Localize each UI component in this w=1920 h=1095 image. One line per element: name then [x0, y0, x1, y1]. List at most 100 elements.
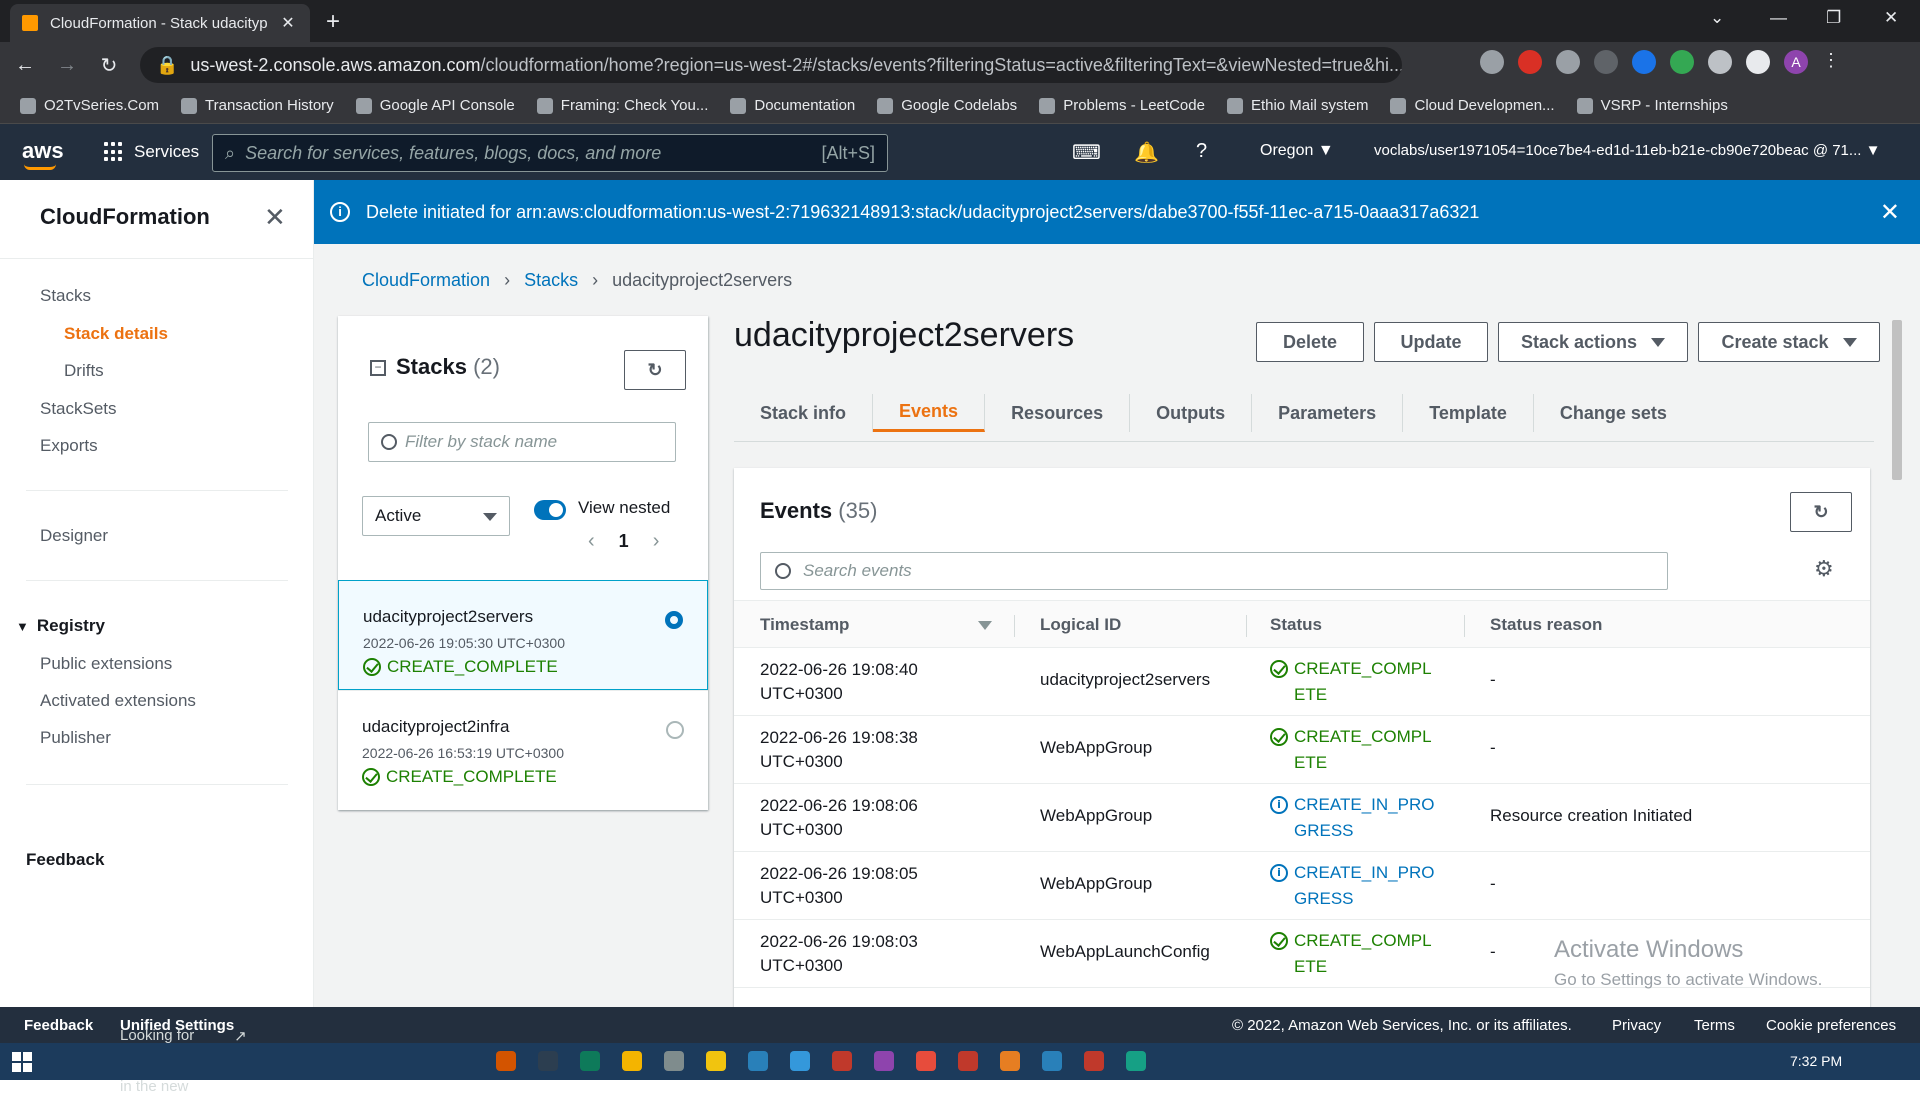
- filter-stacks-input[interactable]: Filter by stack name: [368, 422, 676, 462]
- search-events-input[interactable]: Search events: [760, 552, 1668, 590]
- profile-avatar[interactable]: A: [1784, 50, 1808, 74]
- bookmark-item[interactable]: Transaction History: [181, 97, 334, 114]
- cloudshell-icon[interactable]: ⌨: [1072, 140, 1101, 165]
- messenger-icon[interactable]: [874, 1051, 894, 1071]
- tab-outputs[interactable]: Outputs: [1130, 394, 1253, 432]
- column-header-status[interactable]: Status: [1270, 615, 1322, 635]
- edge-icon[interactable]: [580, 1051, 600, 1071]
- stack-actions-dropdown[interactable]: Stack actions: [1498, 322, 1688, 362]
- tab-stack-info[interactable]: Stack info: [734, 394, 874, 432]
- stack-list-item[interactable]: udacityproject2infra 2022-06-26 16:53:19…: [338, 690, 708, 800]
- bookmark-item[interactable]: Google API Console: [355, 97, 515, 114]
- column-header-status-reason[interactable]: Status reason: [1490, 615, 1602, 635]
- services-menu-button[interactable]: Services: [104, 142, 199, 162]
- reload-icon[interactable]: ↻: [92, 53, 126, 78]
- help-icon[interactable]: ?: [1196, 140, 1207, 163]
- sidebar-item-stacks[interactable]: Stacks: [40, 286, 91, 306]
- bell-icon[interactable]: 🔔: [1134, 140, 1159, 165]
- taskbar-clock[interactable]: 7:32 PM: [1790, 1053, 1842, 1069]
- app-icon[interactable]: [1084, 1051, 1104, 1071]
- close-tab-icon[interactable]: ✕: [278, 13, 298, 33]
- aws-search-input[interactable]: ⌕ Search for services, features, blogs, …: [212, 134, 888, 172]
- sidebar-item-designer[interactable]: Designer: [40, 526, 108, 546]
- bookmark-item[interactable]: Google Codelabs: [877, 97, 1017, 114]
- bookmark-item[interactable]: O2TvSeries.Com: [20, 97, 159, 114]
- create-stack-dropdown[interactable]: Create stack: [1698, 322, 1880, 362]
- tab-parameters[interactable]: Parameters: [1252, 394, 1404, 432]
- tab-search-icon[interactable]: ⌄: [1710, 8, 1724, 28]
- puzzle-icon[interactable]: [1708, 50, 1732, 74]
- sidebar-item-activated-extensions[interactable]: Activated extensions: [40, 691, 196, 711]
- current-page[interactable]: 1: [619, 531, 629, 552]
- extension-icon[interactable]: [1632, 50, 1656, 74]
- sidepanel-icon[interactable]: [1746, 50, 1770, 74]
- breadcrumb-stacks[interactable]: Stacks: [524, 270, 578, 291]
- region-selector[interactable]: Oregon ▼: [1260, 142, 1334, 160]
- url-bar[interactable]: 🔒 us-west-2.console.aws.amazon.com/cloud…: [140, 47, 1402, 83]
- bookmark-item[interactable]: VSRP - Internships: [1576, 97, 1728, 114]
- refresh-stacks-button[interactable]: ↻: [624, 350, 686, 390]
- column-header-timestamp[interactable]: Timestamp: [760, 615, 849, 635]
- bookmark-item[interactable]: Problems - LeetCode: [1039, 97, 1205, 114]
- cookie-preferences-link[interactable]: Cookie preferences: [1766, 1017, 1896, 1034]
- stack-list-item[interactable]: udacityproject2servers 2022-06-26 19:05:…: [338, 580, 708, 690]
- windows-start-icon[interactable]: [12, 1052, 32, 1072]
- app-icon[interactable]: [832, 1051, 852, 1071]
- menu-icon[interactable]: ⋮: [1822, 50, 1840, 74]
- tab-resources[interactable]: Resources: [985, 394, 1131, 432]
- terminal-icon[interactable]: [538, 1051, 558, 1071]
- bookmark-item[interactable]: Ethio Mail system: [1226, 97, 1368, 114]
- bookmark-item[interactable]: Documentation: [730, 97, 855, 114]
- refresh-events-button[interactable]: ↻: [1790, 492, 1852, 532]
- browser-tab[interactable]: CloudFormation - Stack udacityp ✕: [10, 4, 310, 42]
- minimize-button[interactable]: —: [1770, 8, 1787, 28]
- sidebar-item-stack-details[interactable]: Stack details: [64, 324, 168, 344]
- dismiss-banner-icon[interactable]: ✕: [1880, 198, 1900, 227]
- powerpoint-icon[interactable]: [916, 1051, 936, 1071]
- aws-logo[interactable]: aws: [22, 138, 64, 170]
- breadcrumb-cloudformation[interactable]: CloudFormation: [362, 270, 490, 291]
- sidebar-item-publisher[interactable]: Publisher: [40, 728, 111, 748]
- page-scrollbar[interactable]: [1890, 314, 1904, 1004]
- color-extension-icon[interactable]: [1670, 50, 1694, 74]
- mail-icon[interactable]: [748, 1051, 768, 1071]
- back-icon[interactable]: ←: [8, 54, 42, 77]
- app-icon[interactable]: [1126, 1051, 1146, 1071]
- registry-section-toggle[interactable]: ▼ Registry: [16, 616, 105, 636]
- forward-icon[interactable]: →: [50, 54, 84, 77]
- account-menu[interactable]: voclabs/user1971054=10ce7be4-ed1d-11eb-b…: [1374, 142, 1880, 159]
- calendar-icon[interactable]: [1000, 1051, 1020, 1071]
- close-icon[interactable]: ✕: [264, 202, 286, 233]
- terms-link[interactable]: Terms: [1694, 1017, 1735, 1034]
- collapse-icon[interactable]: −: [370, 360, 386, 376]
- extension-icon[interactable]: [1518, 50, 1542, 74]
- stack-radio-button[interactable]: [666, 721, 684, 739]
- new-tab-button[interactable]: +: [326, 8, 340, 36]
- tab-change-sets[interactable]: Change sets: [1534, 394, 1693, 432]
- next-page-icon[interactable]: ›: [653, 530, 660, 553]
- sidebar-feedback-link[interactable]: Feedback: [26, 850, 104, 870]
- chrome-icon[interactable]: [622, 1051, 642, 1071]
- vscode-icon[interactable]: [1042, 1051, 1062, 1071]
- close-window-button[interactable]: ✕: [1884, 8, 1898, 28]
- extension-icon[interactable]: [1594, 50, 1618, 74]
- store-icon[interactable]: [664, 1051, 684, 1071]
- tab-template[interactable]: Template: [1403, 394, 1534, 432]
- update-button[interactable]: Update: [1374, 322, 1488, 362]
- bookmark-item[interactable]: Framing: Check You...: [536, 97, 708, 114]
- extension-icon[interactable]: [1480, 50, 1504, 74]
- scrollbar-thumb[interactable]: [1892, 320, 1902, 480]
- sidebar-item-stacksets[interactable]: StackSets: [40, 399, 117, 419]
- column-header-logical-id[interactable]: Logical ID: [1040, 615, 1121, 635]
- app-icon[interactable]: [790, 1051, 810, 1071]
- sidebar-item-exports[interactable]: Exports: [40, 436, 98, 456]
- bookmark-item[interactable]: Cloud Developmen...: [1390, 97, 1555, 114]
- gear-icon[interactable]: ⚙: [1814, 556, 1834, 582]
- folder-icon[interactable]: [706, 1051, 726, 1071]
- status-filter-select[interactable]: Active: [362, 496, 510, 536]
- sort-desc-icon[interactable]: [978, 621, 992, 630]
- prev-page-icon[interactable]: ‹: [588, 530, 595, 553]
- stack-radio-button[interactable]: [665, 611, 683, 629]
- sidebar-item-public-extensions[interactable]: Public extensions: [40, 654, 172, 674]
- footer-feedback-link[interactable]: Feedback: [24, 1017, 93, 1034]
